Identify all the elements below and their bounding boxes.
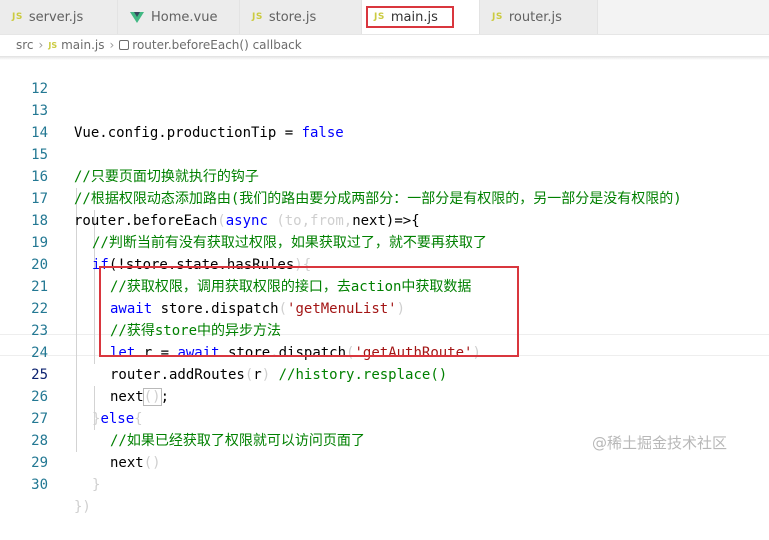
js-file-icon: JS (48, 40, 58, 50)
tab-store-js[interactable]: JS store.js (240, 0, 362, 34)
js-file-icon: JS (252, 12, 263, 22)
editor-tab-bar: JS server.js Home.vue JS store.js JS mai… (0, 0, 769, 35)
code-line: 18 //判断当前有没有获取过权限，如果获取过了，就不要再获取了 (0, 188, 769, 251)
code-editor[interactable]: 12 13 Vue.config.productionTip = false 1… (0, 56, 769, 515)
code-annotation-box (99, 266, 519, 357)
breadcrumb: src › JS main.js › router.beforeEach() c… (0, 35, 769, 55)
tab-router-js[interactable]: JS router.js (480, 0, 598, 34)
code-line: 16 //根据权限动态添加路由(我们的路由要分成两部分：一部分是有权限的，另一部… (0, 144, 769, 207)
scroll-shadow (0, 56, 769, 60)
tab-home-vue[interactable]: Home.vue (118, 0, 240, 34)
tab-label: store.js (268, 9, 317, 25)
chevron-right-icon: › (38, 38, 44, 52)
code-line: 30 }) (0, 452, 769, 515)
code-line: 15 //只要页面切换就执行的钩子 (0, 122, 769, 185)
method-cube-icon (119, 40, 130, 50)
tab-annotation-box (366, 6, 454, 28)
watermark: @稀土掘金技术社区 (592, 434, 728, 452)
code-line: 19 if(!store.state.hasRules){ (0, 210, 769, 273)
chevron-right-icon: › (109, 38, 115, 52)
tab-server-js[interactable]: JS server.js (0, 0, 118, 34)
code-line: 14 (0, 100, 769, 141)
code-line: 13 Vue.config.productionTip = false (0, 78, 769, 141)
js-file-icon: JS (492, 12, 503, 22)
code-text: }) (74, 499, 91, 515)
tab-label: server.js (28, 9, 84, 25)
code-line: 17 router.beforeEach(async (to,from,next… (0, 166, 769, 229)
vue-file-icon (130, 11, 144, 23)
code-line: 26 }else{ (0, 364, 769, 427)
code-line: 28 next() (0, 408, 769, 471)
tab-label: Home.vue (151, 9, 218, 25)
line-number: 30 (31, 477, 48, 493)
breadcrumb-file[interactable]: main.js (61, 38, 104, 52)
js-file-icon: JS (12, 12, 23, 22)
code-text: } (92, 477, 101, 493)
code-line: 20 //获取权限，调用获取权限的接口，去action中获取数据 (0, 232, 769, 295)
breadcrumb-folder[interactable]: src (16, 38, 34, 52)
tab-label: router.js (508, 9, 562, 25)
breadcrumb-symbol[interactable]: router.beforeEach() callback (132, 38, 301, 52)
code-line: 27 //如果已经获取了权限就可以访问页面了 (0, 386, 769, 449)
